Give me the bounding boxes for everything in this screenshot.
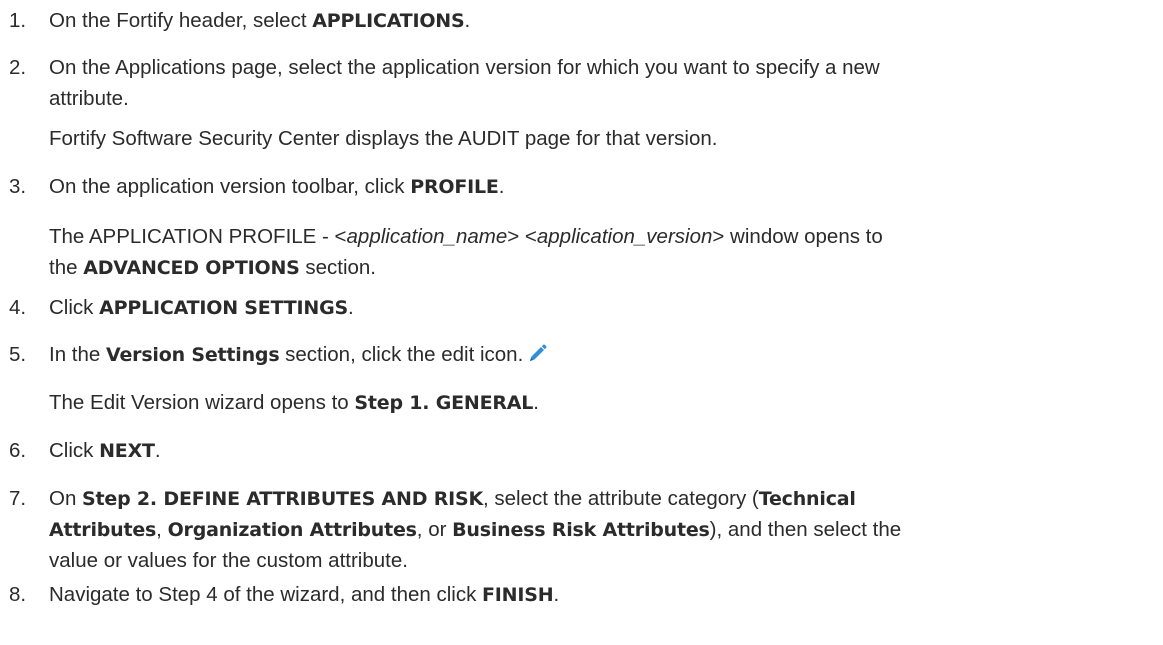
- text-run: ), and then select the: [710, 518, 901, 541]
- bold-term: Step 1. GENERAL: [354, 392, 533, 414]
- step-text-line: The APPLICATION PROFILE - <application_n…: [49, 222, 883, 252]
- text-run: Fortify Software Security Center display…: [49, 127, 717, 150]
- step-text-line: Navigate to Step 4 of the wizard, and th…: [49, 580, 559, 610]
- text-run: .: [533, 391, 539, 414]
- bold-term: Technical: [759, 488, 856, 510]
- bold-term: FINISH: [482, 584, 553, 606]
- text-run: value or values for the custom attribute…: [49, 549, 408, 572]
- text-run: .: [155, 439, 161, 462]
- text-run: , or: [417, 518, 452, 541]
- text-run: On: [49, 487, 82, 510]
- step-text-line: In the Version Settings section, click t…: [49, 340, 548, 370]
- bold-term: Attributes: [49, 519, 156, 541]
- step-text-line: the ADVANCED OPTIONS section.: [49, 253, 376, 283]
- bold-term: PROFILE: [410, 176, 498, 198]
- step-text-line: attribute.: [49, 84, 129, 114]
- step-text-line: The Edit Version wizard opens to Step 1.…: [49, 388, 539, 418]
- step-number: 1.: [9, 6, 26, 36]
- text-run: section, click the edit icon.: [279, 343, 523, 366]
- bold-term: APPLICATIONS: [312, 10, 464, 32]
- text-run: > window opens to: [712, 225, 882, 248]
- text-run: On the Fortify header, select: [49, 9, 312, 32]
- text-run: attribute.: [49, 87, 129, 110]
- step-text-line: value or values for the custom attribute…: [49, 546, 408, 576]
- step-text-line: On Step 2. DEFINE ATTRIBUTES AND RISK, s…: [49, 484, 856, 514]
- step-text-line: On the Applications page, select the app…: [49, 53, 880, 83]
- placeholder-term: application_name: [347, 225, 508, 248]
- bold-term: Business Risk Attributes: [452, 519, 710, 541]
- step-number: 4.: [9, 293, 26, 323]
- step-number: 7.: [9, 484, 26, 514]
- text-run: The APPLICATION PROFILE - <: [49, 225, 347, 248]
- bold-term: Organization Attributes: [168, 519, 417, 541]
- text-run: section.: [300, 256, 376, 279]
- text-run: On the application version toolbar, clic…: [49, 175, 410, 198]
- step-number: 6.: [9, 436, 26, 466]
- text-run: .: [499, 175, 505, 198]
- text-run: On the Applications page, select the app…: [49, 56, 880, 79]
- step-text-line: On the application version toolbar, clic…: [49, 172, 504, 202]
- text-run: > <: [507, 225, 537, 248]
- text-run: , select the attribute category (: [483, 487, 759, 510]
- text-run: The Edit Version wizard opens to: [49, 391, 354, 414]
- step-number: 5.: [9, 340, 26, 370]
- text-run: Click: [49, 296, 99, 319]
- step-text-line: Click NEXT.: [49, 436, 161, 466]
- placeholder-term: application_version: [537, 225, 713, 248]
- step-number: 2.: [9, 53, 26, 83]
- step-number: 8.: [9, 580, 26, 610]
- pencil-icon: [526, 343, 548, 365]
- step-text-line: Attributes, Organization Attributes, or …: [49, 515, 901, 545]
- bold-term: APPLICATION SETTINGS: [99, 297, 348, 319]
- text-run: .: [465, 9, 471, 32]
- step-text-line: On the Fortify header, select APPLICATIO…: [49, 6, 470, 36]
- bold-term: Step 2. DEFINE ATTRIBUTES AND RISK: [82, 488, 483, 510]
- procedure-document: 1. On the Fortify header, select APPLICAT…: [0, 0, 1163, 645]
- text-run: the: [49, 256, 83, 279]
- step-number: 3.: [9, 172, 26, 202]
- text-run: .: [348, 296, 354, 319]
- bold-term: ADVANCED OPTIONS: [83, 257, 299, 279]
- text-run: ,: [156, 518, 167, 541]
- bold-term: NEXT: [99, 440, 155, 462]
- step-text-line: Fortify Software Security Center display…: [49, 124, 717, 154]
- text-run: Navigate to Step 4 of the wizard, and th…: [49, 583, 482, 606]
- bold-term: Version Settings: [106, 344, 279, 366]
- text-run: .: [553, 583, 559, 606]
- step-text-line: Click APPLICATION SETTINGS.: [49, 293, 354, 323]
- text-run: In the: [49, 343, 106, 366]
- text-run: Click: [49, 439, 99, 462]
